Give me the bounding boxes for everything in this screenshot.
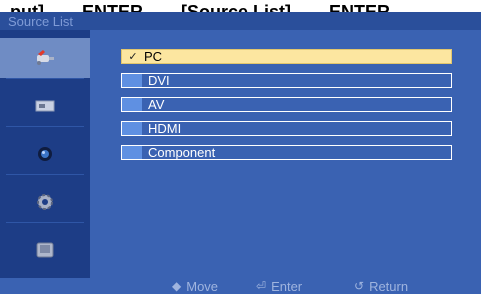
source-item-component[interactable]: Component — [121, 145, 452, 160]
footer-hints: ◆ Move ⏎ Enter ↺ Return — [0, 278, 481, 294]
source-item-marker — [122, 74, 142, 87]
return-hint: ↺ Return — [354, 278, 408, 294]
source-list-panel: ✓ PC DVI AV HDMI Component — [90, 30, 481, 278]
source-item-pc[interactable]: ✓ PC — [121, 49, 452, 64]
selected-check-icon: ✓ — [128, 51, 138, 63]
sound-icon — [38, 147, 52, 161]
source-item-dvi[interactable]: DVI — [121, 73, 452, 88]
top-caption-text: put] → ENTER → [Source List] → ENTER → — [10, 2, 419, 12]
source-item-hdmi[interactable]: HDMI — [121, 121, 452, 136]
top-caption-strip: put] → ENTER → [Source List] → ENTER → — [0, 0, 481, 12]
sidebar-divider — [6, 126, 84, 127]
source-item-label: AV — [148, 97, 165, 112]
sidebar-divider — [6, 174, 84, 175]
sidebar-item-multi-control[interactable] — [0, 230, 90, 270]
source-item-marker — [122, 98, 142, 111]
enter-label: Enter — [271, 278, 303, 294]
window-title: Source List — [8, 14, 74, 29]
sidebar-item-input[interactable] — [0, 38, 90, 78]
sidebar-item-setup[interactable] — [0, 182, 90, 222]
source-item-marker — [122, 122, 142, 135]
enter-icon: ⏎ — [256, 279, 267, 293]
source-item-label: Component — [148, 145, 216, 160]
source-item-label: PC — [144, 49, 163, 64]
source-item-marker — [122, 146, 142, 159]
move-label: Move — [186, 278, 219, 294]
return-icon: ↺ — [354, 279, 365, 293]
setup-gear-icon — [37, 194, 53, 210]
enter-hint: ⏎ Enter — [256, 278, 302, 294]
picture-icon — [35, 100, 55, 112]
title-bar: Source List — [0, 12, 481, 30]
source-item-av[interactable]: AV — [121, 97, 452, 112]
input-plug-icon — [37, 50, 54, 65]
multi-control-icon — [36, 242, 54, 258]
move-hint: ◆ Move — [172, 278, 218, 294]
return-label: Return — [369, 278, 409, 294]
source-item-label: DVI — [148, 73, 170, 88]
sidebar-divider — [6, 78, 84, 79]
move-icon: ◆ — [172, 279, 182, 293]
sidebar — [0, 30, 90, 278]
sidebar-item-sound[interactable] — [0, 134, 90, 174]
source-item-label: HDMI — [148, 121, 182, 136]
sidebar-divider — [6, 222, 84, 223]
osd-window: Source List ✓ PC DVI AV HDMI Component ◆… — [0, 12, 481, 294]
sidebar-item-picture[interactable] — [0, 86, 90, 126]
